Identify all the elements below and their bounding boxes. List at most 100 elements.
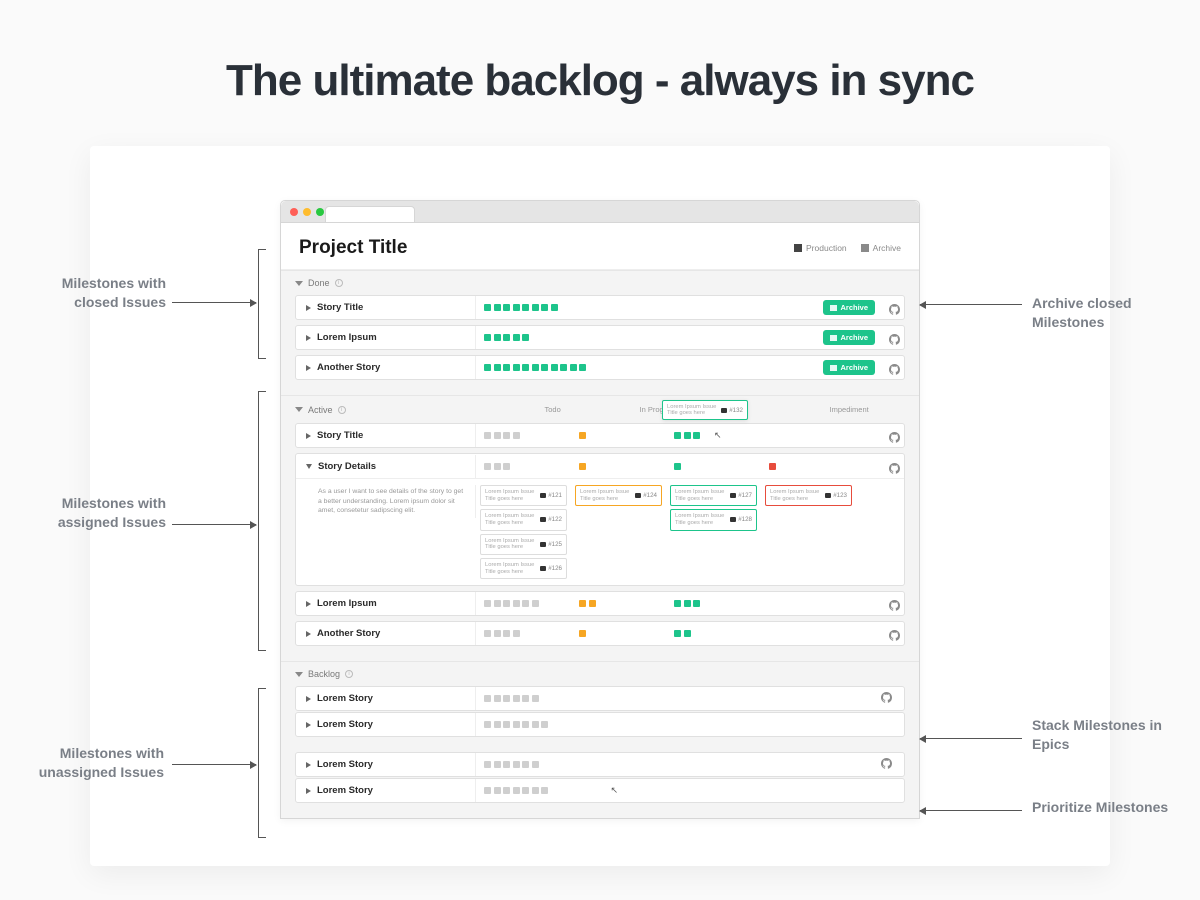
milestone-row-expanded[interactable]: Story DetailsAs a user I want to see det… xyxy=(295,453,905,586)
issue-card[interactable]: Lorem Ipsum Issue Title goes here#126 xyxy=(480,558,567,579)
status-square xyxy=(674,432,681,439)
milestone-row[interactable]: Lorem Ipsum Archive xyxy=(295,325,905,350)
traffic-light-close-icon[interactable] xyxy=(290,208,298,216)
milestone-row[interactable]: Lorem Story↖ xyxy=(295,778,905,803)
traffic-light-minimize-icon[interactable] xyxy=(303,208,311,216)
status-square xyxy=(503,787,510,794)
milestone-title[interactable]: Lorem Story xyxy=(296,687,476,710)
issue-card[interactable]: Lorem Ipsum Issue Title goes here#124 xyxy=(575,485,662,506)
milestone-title[interactable]: Story Title xyxy=(296,424,476,447)
row-actions: Archive xyxy=(824,360,904,375)
section-backlog-header[interactable]: Backlog i xyxy=(281,662,919,686)
issue-text: Lorem Ipsum Issue Title goes here xyxy=(675,489,727,502)
status-square xyxy=(503,600,510,607)
milestone-row[interactable]: Another Story xyxy=(295,621,905,646)
grid-icon xyxy=(861,244,869,252)
browser-chrome xyxy=(281,201,919,223)
milestone-row[interactable]: Lorem Story xyxy=(295,686,905,711)
status-square xyxy=(513,334,520,341)
annotation-done: Milestones with closed Issues xyxy=(46,274,166,312)
issue-number: #124 xyxy=(635,492,657,499)
milestone-title[interactable]: Lorem Story xyxy=(296,713,476,736)
status-square xyxy=(484,463,491,470)
status-square xyxy=(494,304,501,311)
issue-number: #121 xyxy=(540,492,562,499)
milestone-row[interactable]: Story Title Archive xyxy=(295,295,905,320)
github-icon[interactable] xyxy=(889,430,900,441)
github-icon[interactable] xyxy=(881,756,892,773)
issue-card[interactable]: Lorem Ipsum Issue Title goes here#123 xyxy=(765,485,852,506)
view-production[interactable]: Production xyxy=(794,243,847,253)
section-done-header[interactable]: Done i xyxy=(281,271,919,295)
view-archive[interactable]: Archive xyxy=(861,243,901,253)
issue-card[interactable]: Lorem Ipsum Issue Title goes here#125 xyxy=(480,534,567,555)
impediment-summary xyxy=(761,463,856,470)
browser-window: Project Title Production Archive Done i … xyxy=(280,200,920,819)
issue-number: #128 xyxy=(730,516,752,523)
milestone-title[interactable]: Lorem Story xyxy=(296,753,476,776)
column-labels: Todo In Progress Impediment xyxy=(365,403,925,416)
status-square xyxy=(579,364,586,371)
github-icon[interactable] xyxy=(889,628,900,639)
status-square xyxy=(494,630,501,637)
browser-tab[interactable] xyxy=(325,206,415,222)
milestone-row[interactable]: Another Story Archive xyxy=(295,355,905,380)
milestone-title[interactable]: Another Story xyxy=(296,622,476,645)
milestone-title-text: Story Details xyxy=(318,461,376,472)
traffic-light-zoom-icon[interactable] xyxy=(316,208,324,216)
arrow-stack xyxy=(920,738,1022,739)
status-square xyxy=(494,695,501,702)
status-square xyxy=(522,364,529,371)
issue-card[interactable]: Lorem Ipsum Issue Title goes here#121 xyxy=(480,485,567,506)
milestone-title[interactable]: Lorem Story xyxy=(296,779,476,802)
issue-number: #126 xyxy=(540,565,562,572)
status-square xyxy=(513,761,520,768)
github-icon[interactable] xyxy=(889,362,900,373)
info-icon[interactable]: i xyxy=(345,670,353,678)
issue-summary xyxy=(476,690,904,708)
milestone-row[interactable]: Story TitleLorem Ipsum Issue Title goes … xyxy=(295,423,905,448)
milestone-title[interactable]: Another Story xyxy=(296,356,476,379)
milestone-title-text: Lorem Story xyxy=(317,759,373,770)
status-square xyxy=(503,721,510,728)
github-icon[interactable] xyxy=(889,461,900,472)
status-square xyxy=(513,630,520,637)
done-summary xyxy=(666,630,761,637)
issue-card[interactable]: Lorem Ipsum Issue Title goes here#128 xyxy=(670,509,757,530)
github-icon[interactable] xyxy=(889,598,900,609)
status-square xyxy=(684,432,691,439)
status-square xyxy=(484,364,491,371)
bracket-backlog xyxy=(258,688,266,838)
milestone-title[interactable]: Story Title xyxy=(296,296,476,319)
annotation-archive: Archive closed Milestones xyxy=(1032,294,1172,332)
milestone-row[interactable]: Lorem Story xyxy=(295,752,905,777)
archive-button[interactable]: Archive xyxy=(823,300,875,315)
milestone-row[interactable]: Lorem Story xyxy=(295,712,905,737)
milestone-title-text: Lorem Ipsum xyxy=(317,332,377,343)
status-square xyxy=(532,695,539,702)
issue-card[interactable]: Lorem Ipsum Issue Title goes here#127 xyxy=(670,485,757,506)
milestone-title[interactable]: Lorem Ipsum xyxy=(296,592,476,615)
github-icon[interactable] xyxy=(881,690,892,707)
archive-button[interactable]: Archive xyxy=(823,330,875,345)
milestone-row[interactable]: Lorem Ipsum xyxy=(295,591,905,616)
arrow-active xyxy=(172,524,256,525)
status-square xyxy=(522,334,529,341)
github-icon[interactable] xyxy=(889,332,900,343)
issue-text: Lorem Ipsum Issue Title goes here xyxy=(485,538,537,551)
info-icon[interactable]: i xyxy=(335,279,343,287)
todo-summary xyxy=(476,463,571,470)
status-square xyxy=(503,432,510,439)
status-square xyxy=(522,695,529,702)
section-backlog-label: Backlog xyxy=(308,669,340,679)
inprogress-summary xyxy=(571,600,666,607)
section-active-header[interactable]: Active i Todo In Progress Impediment xyxy=(281,396,919,423)
chevron-right-icon xyxy=(306,305,311,311)
archive-button[interactable]: Archive xyxy=(823,360,875,375)
milestone-title[interactable]: Story Details xyxy=(296,455,476,478)
issue-card[interactable]: Lorem Ipsum Issue Title goes here#122 xyxy=(480,509,567,530)
github-icon[interactable] xyxy=(889,302,900,313)
info-icon[interactable]: i xyxy=(338,406,346,414)
active-rows: Story Title Lorem Ipsum Issue Title goes … xyxy=(281,423,919,661)
milestone-title[interactable]: Lorem Ipsum xyxy=(296,326,476,349)
